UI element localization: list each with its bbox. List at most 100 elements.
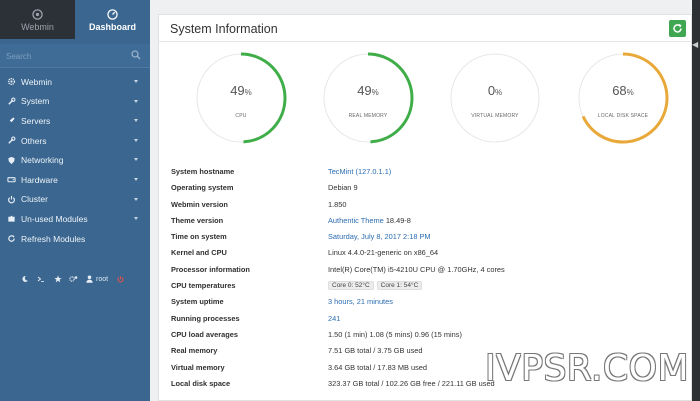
star-icon[interactable] (54, 275, 62, 283)
info-value: 3 hours, 21 minutes (328, 297, 393, 306)
gauge-unit: % (244, 88, 252, 97)
gauge-ring (322, 52, 414, 144)
panel-header: System Information (159, 15, 691, 42)
gauge-ring (195, 52, 287, 144)
gauge-label: REAL MEMORY (348, 113, 388, 119)
collapse-arrow-icon[interactable]: ◀ (692, 40, 700, 50)
chevron-down-icon (134, 217, 138, 221)
gauge-unit: % (371, 88, 379, 97)
cogs-icon[interactable] (69, 275, 78, 283)
sidebar-item-label: Cluster (21, 194, 48, 205)
info-row-kernel: Kernel and CPU Linux 4.4.0-21-generic on… (171, 245, 686, 261)
power-icon (8, 195, 15, 204)
sidebar-item-cluster[interactable]: Cluster (0, 190, 150, 210)
chevron-down-icon (134, 99, 138, 103)
sidebar-item-label: Refresh Modules (21, 233, 86, 244)
info-row-hostname: System hostname TecMint (127.0.1.1) (171, 164, 686, 180)
webmin-logo-icon (32, 9, 43, 20)
rocket-icon (8, 117, 15, 124)
page-title: System Information (170, 22, 278, 36)
system-information-panel: System Information 49% CPU 49% REAL MEMO… (158, 14, 692, 401)
gauge-label: CPU (235, 113, 247, 119)
info-key: CPU load averages (171, 329, 238, 339)
info-key: Real memory (171, 346, 218, 356)
gauge-number: 68 (612, 83, 627, 98)
gauge-local-disk-space: 68% LOCAL DISK SPACE (576, 51, 670, 155)
info-key: Time on system (171, 232, 227, 242)
info-value: 7.51 GB total / 3.75 GB used (328, 346, 423, 356)
chevron-down-icon (134, 158, 138, 162)
tab-webmin-label: Webmin (21, 22, 54, 32)
user-icon (86, 275, 93, 283)
info-value: Authentic Theme 18.49-8 (328, 216, 411, 225)
info-key: Operating system (171, 183, 234, 193)
search-icon[interactable] (131, 50, 141, 60)
gauge-value: 49% (321, 83, 415, 98)
info-row-load: CPU load averages 1.50 (1 min) 1.08 (5 m… (171, 327, 686, 343)
sidebar-footer: root (0, 272, 150, 286)
uptime-link[interactable]: 3 hours, 21 minutes (328, 297, 393, 306)
gauge-cpu: 49% CPU (194, 51, 288, 155)
watermark: IVPSR.COM (485, 348, 690, 389)
terminal-icon[interactable] (37, 275, 45, 283)
info-key: System hostname (171, 167, 235, 176)
sidebar-item-refresh-modules[interactable]: Refresh Modules (0, 229, 150, 249)
chevron-down-icon (134, 138, 138, 142)
info-row-os: Operating system Debian 9 (171, 180, 686, 196)
sidebar-item-webmin[interactable]: Webmin (0, 72, 150, 92)
search-input[interactable] (6, 49, 121, 63)
sidebar-item-hardware[interactable]: Hardware (0, 170, 150, 190)
info-value: Intel(R) Core(TM) i5-4210U CPU @ 1.70GHz… (328, 264, 505, 274)
info-key: Local disk space (171, 378, 231, 388)
gauge-unit: % (495, 88, 503, 97)
sidebar-item-label: Servers (21, 115, 51, 126)
time-link[interactable]: Saturday, July 8, 2017 2:18 PM (328, 232, 431, 241)
tab-webmin[interactable]: Webmin (0, 0, 75, 39)
info-value: Linux 4.4.0-21-generic on x86_64 (328, 248, 439, 258)
hostname-link[interactable]: TecMint (127.0.1.1) (328, 167, 391, 176)
refresh-button[interactable] (669, 20, 686, 37)
tab-dashboard-label: Dashboard (88, 22, 136, 32)
sidebar-item-system[interactable]: System (0, 92, 150, 112)
shield-icon (8, 156, 15, 164)
processes-link[interactable]: 241 (328, 314, 340, 323)
gauge-unit: % (626, 88, 634, 97)
refresh-icon (8, 235, 15, 242)
sidebar-item-label: System (21, 96, 50, 107)
sidebar-item-networking[interactable]: Networking (0, 150, 150, 170)
puzzle-icon (8, 216, 15, 223)
info-value: Debian 9 (328, 183, 358, 193)
info-value: 3.64 GB total / 17.83 MB used (328, 362, 428, 372)
gauge-ring (450, 53, 540, 143)
theme-version: 18.49-8 (385, 215, 411, 225)
gauges-row: 49% CPU 49% REAL MEMORY 0% VIRTUAL MEMOR… (159, 51, 691, 169)
gauge-value: 68% (576, 83, 670, 98)
moon-icon[interactable] (21, 275, 29, 283)
username-link[interactable]: root (96, 276, 108, 283)
tab-dashboard[interactable]: Dashboard (75, 0, 150, 39)
info-key: Virtual memory (171, 362, 225, 372)
chevron-down-icon (134, 80, 138, 83)
gauge-virtual-memory: 0% VIRTUAL MEMORY (448, 51, 542, 155)
info-key: Processor information (171, 264, 250, 274)
info-row-time: Time on system Saturday, July 8, 2017 2:… (171, 229, 686, 245)
temp-badge: Core 1: 54°C (376, 281, 423, 291)
sidebar-item-label: Hardware (21, 174, 58, 185)
gauge-number: 49 (357, 83, 372, 98)
sidebar-item-label: Webmin (21, 76, 53, 87)
info-value: TecMint (127.0.1.1) (328, 167, 391, 176)
sidebar-item-unused-modules[interactable]: Un-used Modules (0, 209, 150, 229)
sidebar-search (0, 44, 150, 68)
sidebar: Webmin Dashboard Webmin System Servers O (0, 0, 150, 401)
theme-link[interactable]: Authentic Theme (328, 216, 384, 225)
wrench-icon (8, 97, 16, 105)
sidebar-item-others[interactable]: Others (0, 131, 150, 151)
gauge-number: 0 (487, 83, 496, 98)
sidebar-item-label: Un-used Modules (21, 213, 88, 224)
chevron-down-icon (134, 197, 138, 201)
sidebar-item-servers[interactable]: Servers (0, 111, 150, 131)
gauge-label: LOCAL DISK SPACE (597, 113, 649, 119)
sidebar-item-label: Others (21, 135, 47, 146)
gauge-real-memory: 49% REAL MEMORY (321, 51, 415, 155)
logout-icon[interactable] (117, 275, 124, 283)
